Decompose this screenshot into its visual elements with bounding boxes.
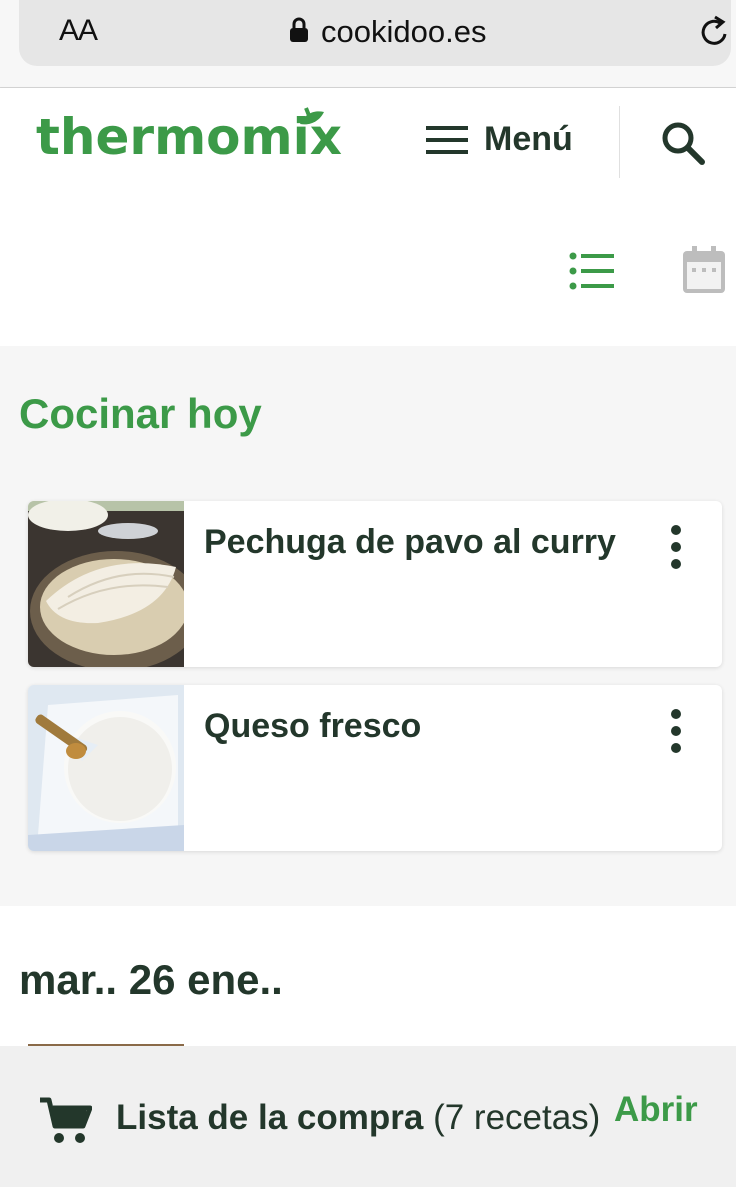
- url-display[interactable]: cookidoo.es: [289, 12, 486, 52]
- recipe-card[interactable]: Queso fresco: [28, 685, 722, 851]
- calendar-icon: [683, 246, 725, 293]
- logo-leaf-icon: [300, 107, 324, 125]
- shopping-list-bar[interactable]: Lista de la compra (7 recetas) Abrir: [0, 1046, 736, 1187]
- cart-icon: [40, 1096, 93, 1149]
- open-button[interactable]: Abrir: [614, 1090, 698, 1130]
- shopping-list-text: Lista de la compra (7 recetas): [116, 1098, 600, 1138]
- reload-icon[interactable]: [697, 14, 731, 55]
- calendar-view-button[interactable]: [682, 246, 726, 299]
- more-options-icon[interactable]: [666, 525, 686, 569]
- shopping-list-label: Lista de la compra: [116, 1098, 424, 1137]
- hamburger-icon: [426, 125, 468, 154]
- recipe-image[interactable]: [28, 501, 184, 667]
- day-section: mar.. 26 ene..: [0, 906, 736, 1048]
- cook-today-section: Cocinar hoy Pechuga de pavo al curry Que…: [0, 346, 736, 906]
- lock-icon: [289, 17, 309, 48]
- menu-label: Menú: [484, 120, 573, 158]
- search-button[interactable]: [660, 120, 706, 171]
- url-text: cookidoo.es: [321, 14, 487, 49]
- browser-bar: AA cookidoo.es: [0, 0, 736, 88]
- search-icon: [662, 122, 705, 165]
- address-bar[interactable]: AA cookidoo.es: [19, 0, 731, 66]
- recipe-count: (7 recetas): [433, 1098, 601, 1137]
- recipe-title[interactable]: Queso fresco: [204, 707, 421, 746]
- view-toggle: [0, 198, 736, 346]
- header-divider: [619, 106, 620, 178]
- list-icon: [569, 252, 614, 290]
- text-size-button[interactable]: AA: [59, 14, 98, 48]
- site-header: thermomix Menú: [0, 88, 736, 198]
- more-options-icon[interactable]: [666, 709, 686, 753]
- menu-button[interactable]: Menú: [426, 120, 573, 159]
- recipe-image[interactable]: [28, 685, 184, 851]
- section-title: Cocinar hoy: [19, 390, 262, 437]
- text-size-label: AA: [59, 14, 98, 47]
- recipe-card[interactable]: Pechuga de pavo al curry: [28, 501, 722, 667]
- list-view-button[interactable]: [569, 252, 615, 295]
- day-title: mar.. 26 ene..: [19, 956, 283, 1003]
- recipe-title[interactable]: Pechuga de pavo al curry: [204, 523, 616, 562]
